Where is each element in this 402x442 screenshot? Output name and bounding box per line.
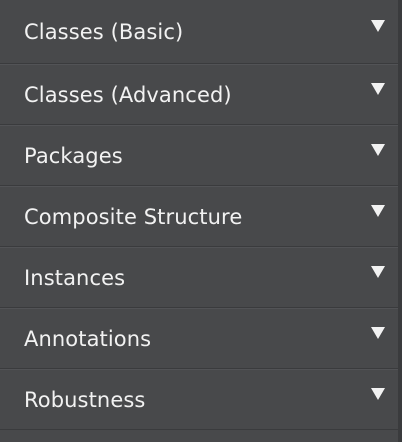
- section-label: Robustness: [24, 387, 146, 412]
- section-label: Composite Structure: [24, 204, 243, 229]
- section-header-annotations[interactable]: Annotations: [0, 308, 398, 369]
- section-header-composite-structure[interactable]: Composite Structure: [0, 186, 398, 247]
- section-header-classes-basic[interactable]: Classes (Basic): [0, 0, 398, 64]
- triangle-down-icon[interactable]: [371, 265, 385, 278]
- shape-library-panel: Classes (Basic) Classes (Advanced) Packa…: [0, 0, 402, 442]
- triangle-down-icon[interactable]: [371, 19, 385, 32]
- triangle-down-icon[interactable]: [371, 143, 385, 156]
- section-header-packages[interactable]: Packages: [0, 125, 398, 186]
- triangle-down-icon[interactable]: [371, 387, 385, 400]
- section-label: Classes (Advanced): [24, 82, 232, 107]
- triangle-down-icon[interactable]: [371, 326, 385, 339]
- section-label: Classes (Basic): [24, 19, 184, 44]
- section-label: Annotations: [24, 326, 152, 351]
- section-header-classes-advanced[interactable]: Classes (Advanced): [0, 64, 398, 125]
- section-header-instances[interactable]: Instances: [0, 247, 398, 308]
- triangle-down-icon[interactable]: [371, 204, 385, 217]
- section-label: Packages: [24, 143, 123, 168]
- section-label: Instances: [24, 265, 126, 290]
- triangle-down-icon[interactable]: [371, 82, 385, 95]
- section-header-robustness[interactable]: Robustness: [0, 369, 398, 430]
